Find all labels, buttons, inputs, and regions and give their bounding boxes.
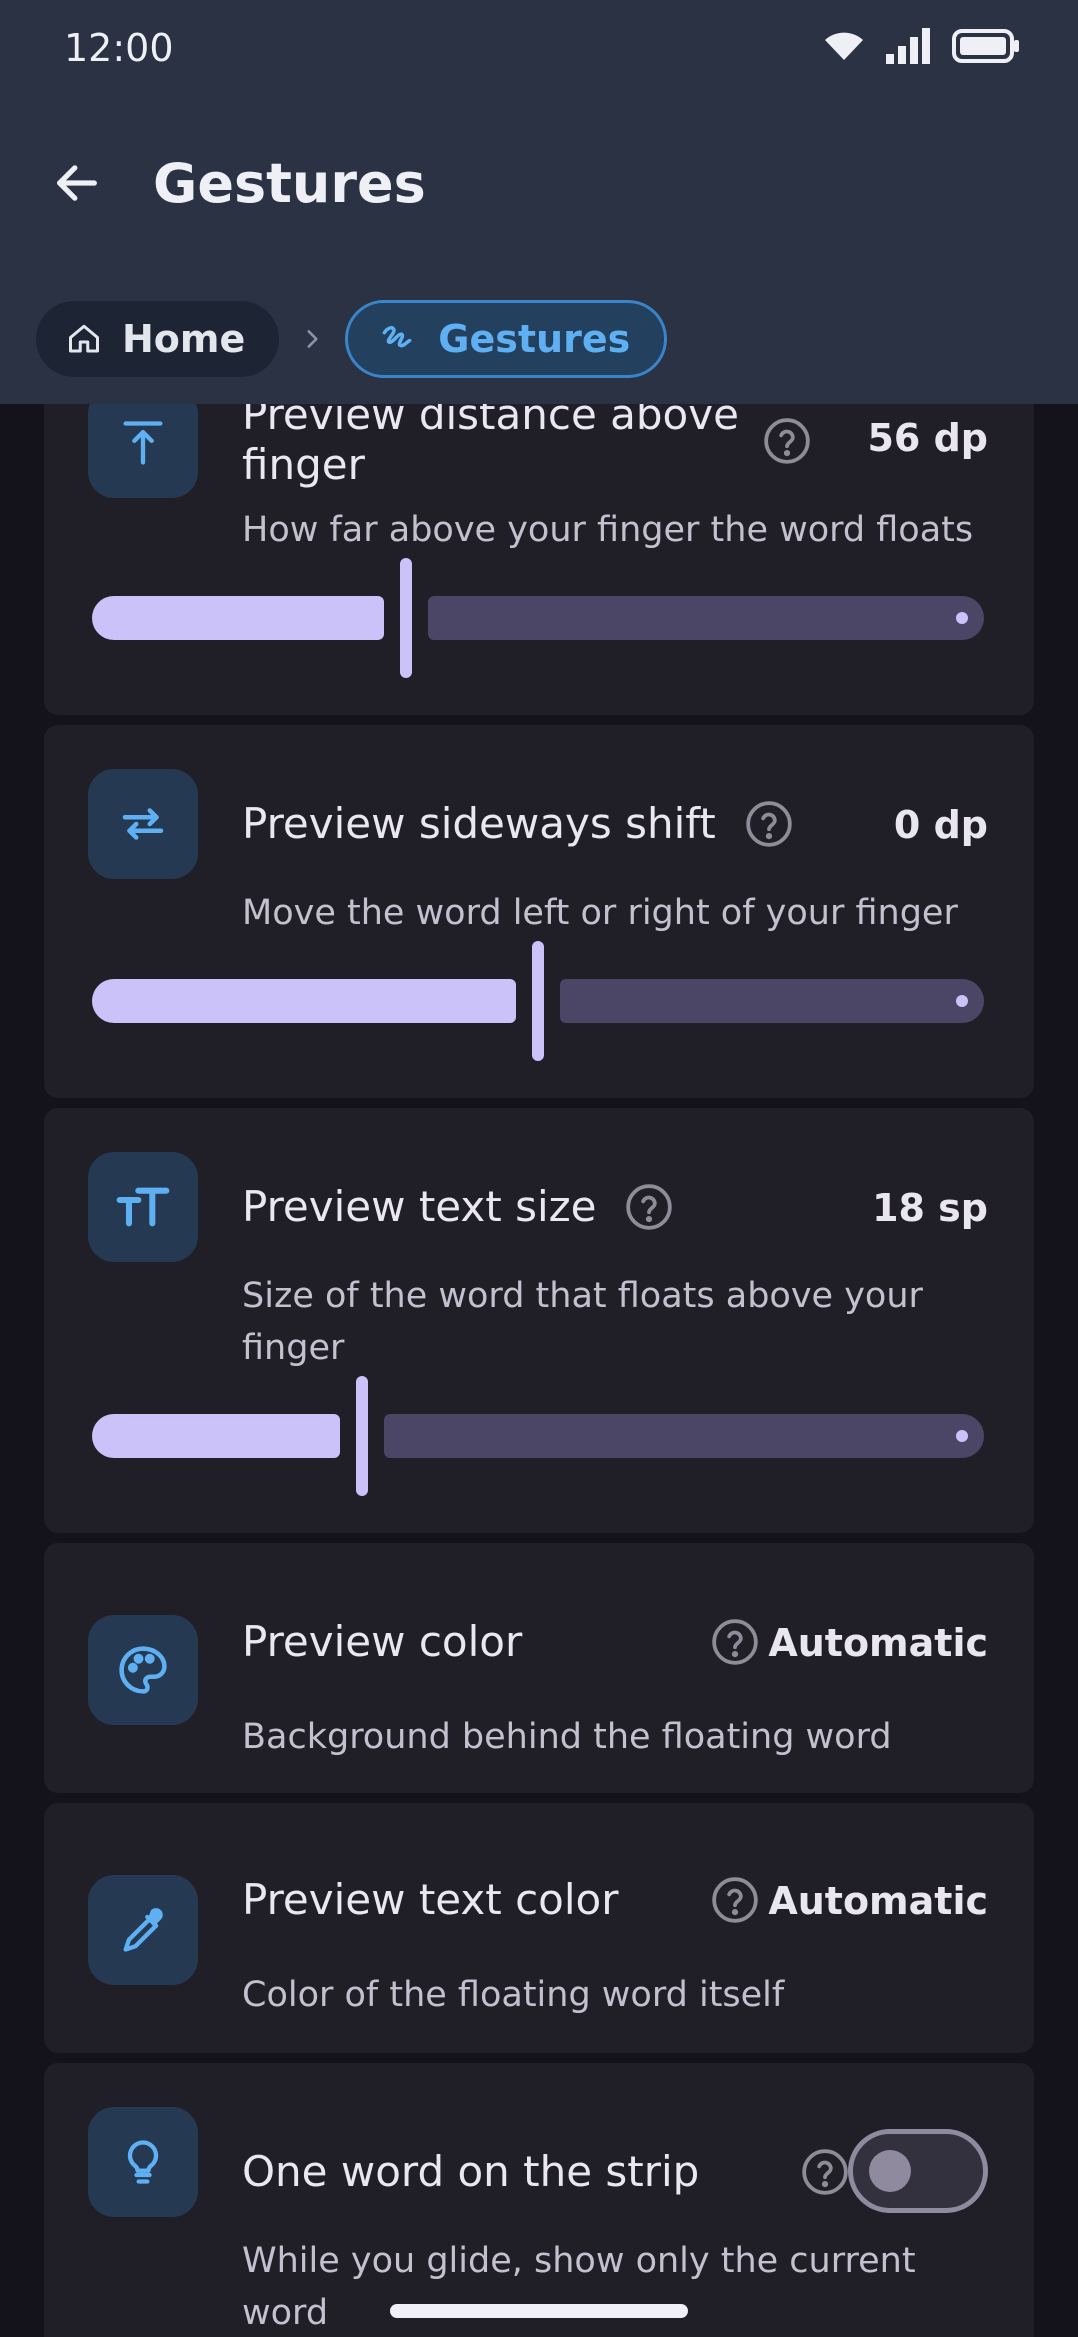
home-icon <box>69 324 99 353</box>
lightbulb-icon <box>88 2107 198 2217</box>
breadcrumb-home-label: Home <box>122 317 246 361</box>
setting-card-one-word-on-strip[interactable]: One word on the strip While you glide, s… <box>44 2063 1034 2337</box>
setting-value: Automatic <box>768 1879 988 1923</box>
sideways-shift-slider[interactable] <box>92 941 984 1061</box>
setting-title: One word on the strip <box>242 2147 700 2196</box>
setting-title: Preview text size <box>242 1182 597 1231</box>
slider-thumb[interactable] <box>532 941 544 1061</box>
status-time: 12:00 <box>64 26 174 70</box>
slider-inactive-track <box>560 979 984 1023</box>
slider-stop-dot <box>956 612 968 624</box>
page-title: Gestures <box>153 152 426 215</box>
align-top-arrow-icon <box>88 388 198 498</box>
slider-inactive-track <box>428 596 984 640</box>
gestures-settings-screen: Preview distance above finger 56 dp How … <box>0 0 1078 2337</box>
help-icon[interactable] <box>744 799 794 849</box>
arrow-back-icon <box>57 165 97 201</box>
help-icon[interactable] <box>624 1182 674 1232</box>
eyedropper-icon <box>88 1875 198 1985</box>
gesture-swipe-icon <box>382 326 412 348</box>
chevron-right-icon <box>299 326 325 352</box>
help-icon[interactable] <box>762 416 812 466</box>
slider-thumb[interactable] <box>400 558 412 678</box>
setting-description: Background behind the floating word <box>242 1717 892 1757</box>
slider-thumb[interactable] <box>356 1376 368 1496</box>
setting-description: Color of the floating word itself <box>242 1975 785 2015</box>
setting-card-preview-sideways-shift[interactable]: Preview sideways shift 0 dp Move the wor… <box>44 725 1034 1098</box>
setting-title: Preview sideways shift <box>242 799 716 848</box>
setting-title: Preview text color <box>242 1875 619 1924</box>
home-indicator[interactable] <box>390 2304 688 2318</box>
back-button[interactable] <box>42 148 112 218</box>
palette-icon <box>88 1615 198 1725</box>
setting-value: 18 sp <box>872 1186 988 1230</box>
app-header: 12:00 Gestures Home Gestures <box>0 0 1078 404</box>
setting-title: Preview color <box>242 1617 523 1666</box>
status-icons <box>824 28 1020 64</box>
slider-stop-dot <box>956 995 968 1007</box>
slider-active-track <box>92 596 384 640</box>
text-size-slider[interactable] <box>92 1376 984 1496</box>
setting-value: 56 dp <box>867 416 988 460</box>
slider-inactive-track <box>384 1414 984 1458</box>
setting-description: How far above your finger the word float… <box>242 510 974 550</box>
setting-description: While you glide, show only the current w… <box>242 2241 916 2333</box>
slider-active-track <box>92 1414 340 1458</box>
signal-icon <box>886 28 930 64</box>
setting-card-preview-color[interactable]: Preview color Automatic Background behin… <box>44 1543 1034 1793</box>
setting-description: Size of the word that floats above your … <box>242 1276 923 1368</box>
setting-value: Automatic <box>768 1621 988 1665</box>
breadcrumb: Home Gestures <box>36 300 668 378</box>
setting-title: Preview distance above finger <box>242 390 739 489</box>
slider-stop-dot <box>956 1430 968 1442</box>
slider-active-track <box>92 979 516 1023</box>
wifi-icon <box>825 32 863 60</box>
help-icon[interactable] <box>710 1617 760 1667</box>
swap-horizontal-icon <box>88 769 198 879</box>
help-icon[interactable] <box>800 2147 850 2197</box>
setting-value: 0 dp <box>893 803 988 847</box>
one-word-toggle[interactable] <box>848 2129 988 2213</box>
battery-icon <box>952 29 1019 63</box>
distance-slider[interactable] <box>92 558 984 678</box>
breadcrumb-home[interactable]: Home <box>36 301 280 377</box>
breadcrumb-current[interactable]: Gestures <box>345 300 668 378</box>
breadcrumb-current-label: Gestures <box>438 317 631 361</box>
setting-card-preview-text-size[interactable]: Preview text size 18 sp Size of the word… <box>44 1108 1034 1533</box>
toggle-knob <box>869 2150 911 2192</box>
setting-description: Move the word left or right of your fing… <box>242 893 958 933</box>
setting-card-preview-text-color[interactable]: Preview text color Automatic Color of th… <box>44 1803 1034 2053</box>
help-icon[interactable] <box>710 1875 760 1925</box>
text-size-icon <box>88 1152 198 1262</box>
